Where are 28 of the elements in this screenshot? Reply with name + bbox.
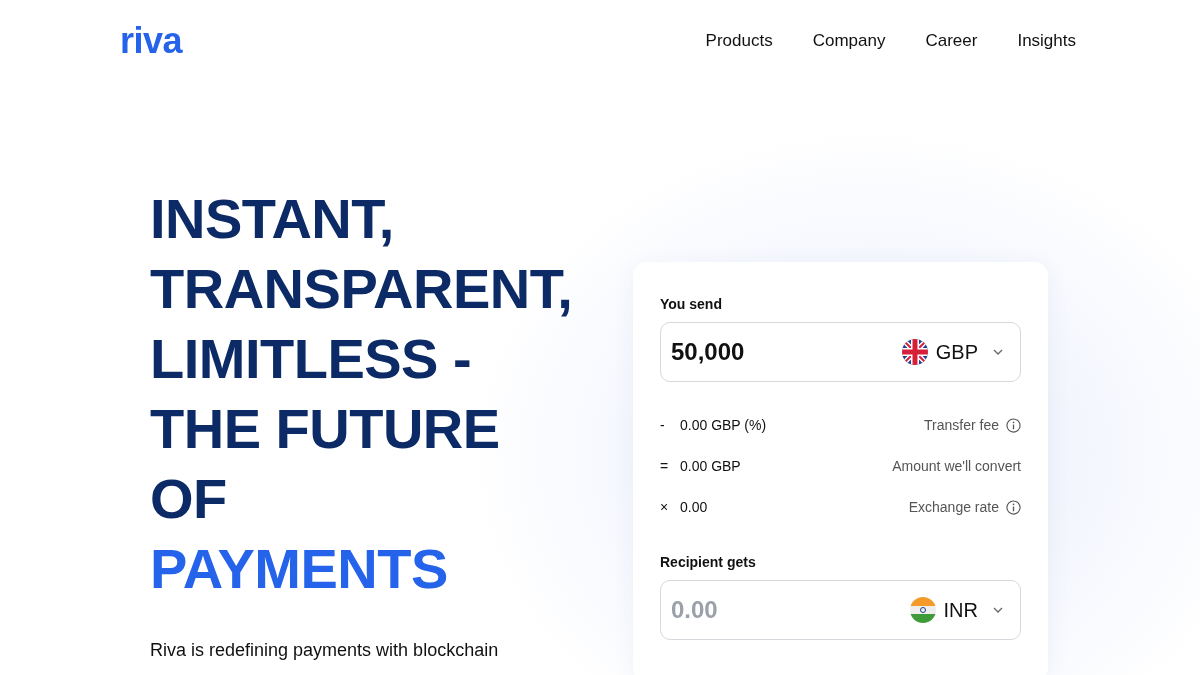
info-icon[interactable] [1006,499,1021,515]
riva-logo[interactable]: riva [120,20,183,62]
union-jack-flag-icon [901,339,928,365]
breakdown-value: 0.00 GBP [680,458,742,474]
breakdown-label: Exchange rate [908,499,999,515]
india-flag-icon [909,597,936,623]
currency-select[interactable]: INR [901,597,1012,623]
nav-link[interactable]: Products [705,31,773,51]
nav-link[interactable]: Company [812,31,886,51]
field-label: You send [660,296,723,312]
hero-heading: INSTANT, TRANSPARENT, LIMITLESS - THE FUTURE OF PAYMENTS [150,186,574,602]
breakdown-label: Amount we'll convert [892,458,1021,474]
hero-description: Riva is redefining payments with blockchain [150,640,500,661]
amount-field[interactable]: 0.00 INR [660,580,1021,640]
operator-sign: = [660,458,670,474]
caret-icon [992,606,1004,614]
field-label: Recipient gets [660,554,757,570]
caret-icon [992,348,1004,356]
amount-field[interactable]: 50,000 GBP [660,322,1021,382]
breakdown-value: 0.00 [680,499,709,515]
currency-select[interactable]: GBP [893,339,1012,365]
nav-link[interactable]: Career [925,31,978,51]
info-icon[interactable] [1006,417,1021,433]
nav-link[interactable]: Insights [1017,31,1076,51]
breakdown-label: Transfer fee [924,417,999,433]
operator-sign: - [660,417,666,433]
operator-sign: × [660,499,670,515]
breakdown-value: 0.00 GBP (%) [680,417,768,433]
